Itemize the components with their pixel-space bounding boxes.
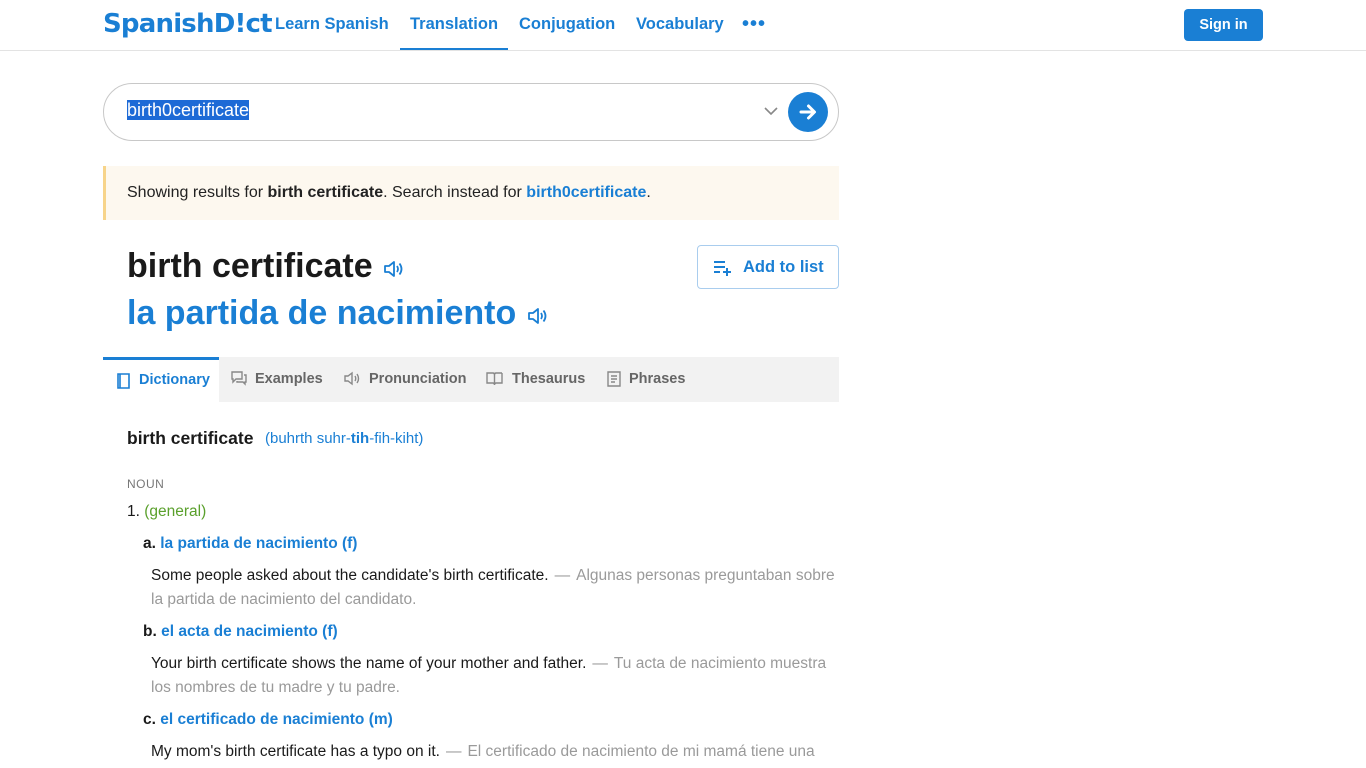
add-to-list-button[interactable]: Add to list xyxy=(697,245,839,289)
sense-header: 1. (general) xyxy=(127,503,206,521)
book-icon xyxy=(117,373,130,389)
chat-icon xyxy=(231,371,247,386)
notice-suffix: . xyxy=(646,184,651,201)
example-sentence: Your birth certificate shows the name of… xyxy=(151,655,827,696)
search-original-link[interactable]: birth0certificate xyxy=(526,184,646,201)
content-tabs: Dictionary Examples Pronunciation Thesau… xyxy=(103,357,839,402)
search-submit-button[interactable] xyxy=(788,92,828,132)
speaker-icon[interactable] xyxy=(527,306,549,326)
spanishdict-logo[interactable]: SpanishD!ct xyxy=(103,9,273,39)
example-spanish: El certificado de nacimiento de mi mamá … xyxy=(467,743,815,760)
translation-link[interactable]: el certificado de nacimiento (m) xyxy=(160,711,393,728)
nav-vocabulary[interactable]: Vocabulary xyxy=(636,0,724,50)
pron-part: (buhrth suhr- xyxy=(265,430,351,447)
notice-middle: . Search instead for xyxy=(383,184,527,201)
search-input[interactable]: birth0certificate xyxy=(127,100,727,124)
notice-prefix: Showing results for xyxy=(127,184,268,201)
arrow-right-icon xyxy=(799,104,816,120)
open-book-icon xyxy=(486,372,503,386)
example-sentence: My mom's birth certificate has a typo on… xyxy=(151,743,815,760)
translation-item: a. la partida de nacimiento (f) xyxy=(143,535,357,553)
translation-letter: a. xyxy=(143,535,156,552)
add-to-list-label: Add to list xyxy=(743,258,824,276)
speaker-icon[interactable] xyxy=(383,259,405,279)
add-list-icon xyxy=(714,261,731,276)
pron-stressed-syllable: tih xyxy=(350,430,370,447)
top-navbar: SpanishD!ct Learn Spanish Translation Co… xyxy=(0,0,1366,51)
translation-item: b. el acta de nacimiento (f) xyxy=(143,623,338,641)
example-sentence: Some people asked about the candidate's … xyxy=(151,567,835,608)
chevron-down-icon[interactable] xyxy=(761,101,781,121)
tab-pronunciation[interactable]: Pronunciation xyxy=(329,357,472,402)
speaker-icon xyxy=(344,371,360,386)
example-english: My mom's birth certificate has a typo on… xyxy=(151,743,440,760)
tab-phrases[interactable]: Phrases xyxy=(592,357,692,402)
tab-thesaurus[interactable]: Thesaurus xyxy=(472,357,592,402)
spelling-correction-notice: Showing results for birth certificate. S… xyxy=(103,166,839,220)
search-input-value: birth0certificate xyxy=(127,100,250,120)
tab-pronunciation-label: Pronunciation xyxy=(369,371,467,387)
nav-learn-spanish[interactable]: Learn Spanish xyxy=(275,0,389,50)
notice-corrected-term: birth certificate xyxy=(267,184,384,201)
translation-link[interactable]: la partida de nacimiento (f) xyxy=(160,535,357,552)
more-menu-icon[interactable]: ••• xyxy=(742,0,766,50)
pron-part: -fih-kiht) xyxy=(369,430,424,447)
translation-letter: c. xyxy=(143,711,156,728)
headword: birth certificate xyxy=(127,247,373,285)
headword-translation[interactable]: la partida de nacimiento xyxy=(127,294,516,333)
example-english: Some people asked about the candidate's … xyxy=(151,567,549,584)
tab-dictionary-label: Dictionary xyxy=(139,372,210,388)
nav-conjugation[interactable]: Conjugation xyxy=(519,0,615,50)
nav-translation[interactable]: Translation xyxy=(400,0,509,50)
tab-examples-label: Examples xyxy=(255,371,323,387)
translation-letter: b. xyxy=(143,623,157,640)
sign-in-button[interactable]: Sign in xyxy=(1184,9,1263,41)
sense-context: (general) xyxy=(144,503,207,520)
entry-pronunciation[interactable]: (buhrth suhr-tih-fih-kiht) xyxy=(265,430,423,447)
tab-phrases-label: Phrases xyxy=(629,371,686,387)
document-icon xyxy=(607,371,621,387)
translation-item: c. el certificado de nacimiento (m) xyxy=(143,711,393,729)
search-bar: birth0certificate xyxy=(103,83,839,141)
part-of-speech: NOUN xyxy=(127,477,165,491)
tab-thesaurus-label: Thesaurus xyxy=(512,371,586,387)
sense-number: 1. xyxy=(127,503,140,520)
tab-dictionary[interactable]: Dictionary xyxy=(103,357,219,402)
example-english: Your birth certificate shows the name of… xyxy=(151,655,587,672)
translation-link[interactable]: el acta de nacimiento (f) xyxy=(161,623,338,640)
tab-examples[interactable]: Examples xyxy=(219,357,329,402)
entry-word: birth certificate xyxy=(127,428,254,448)
